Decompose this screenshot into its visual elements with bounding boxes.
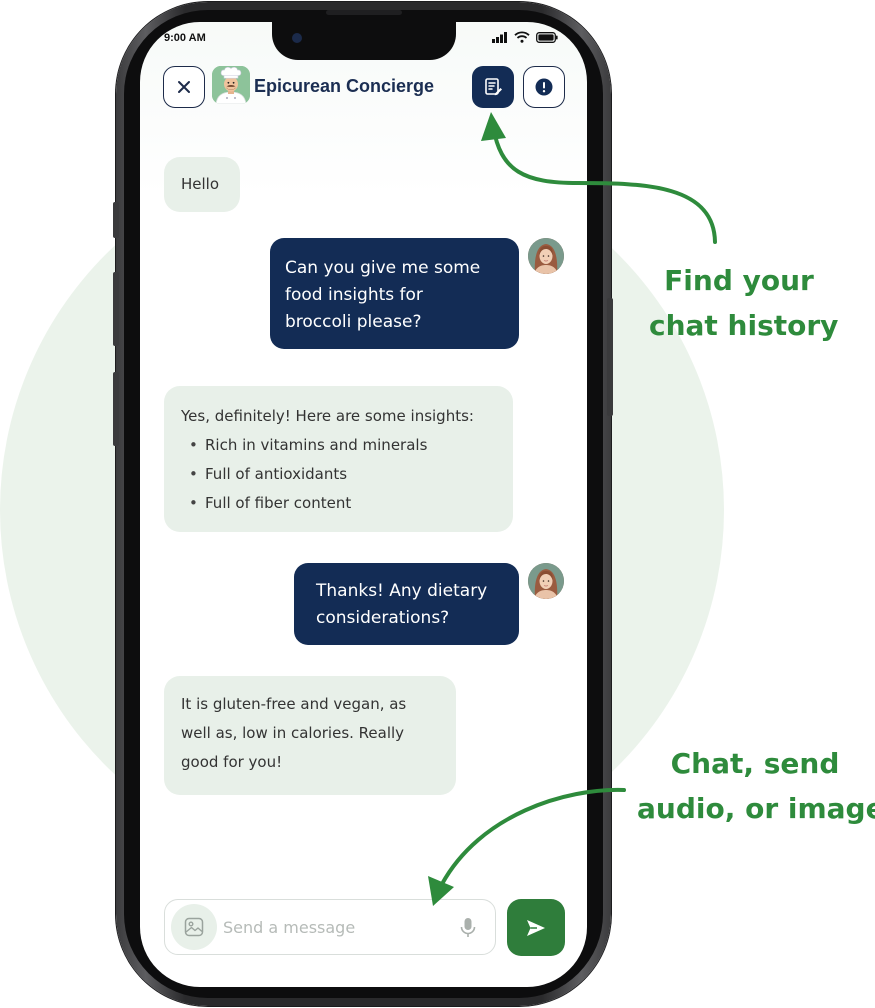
image-icon	[184, 917, 204, 937]
close-button[interactable]	[163, 66, 205, 108]
user-photo	[528, 563, 564, 599]
signal-icon	[492, 31, 507, 43]
chat-history-button[interactable]	[472, 66, 514, 108]
insights-list: Rich in vitamins and minerals Full of an…	[181, 431, 513, 518]
side-button-volume-up	[113, 272, 119, 346]
chat-history-icon	[485, 78, 502, 96]
user-message-line: considerations?	[316, 608, 450, 628]
record-audio-button[interactable]	[457, 916, 479, 940]
user-message: Thanks! Any dietary considerations?	[294, 563, 519, 645]
chef-avatar	[212, 66, 250, 104]
list-item: Rich in vitamins and minerals	[181, 431, 513, 460]
user-message-line: food insights for	[285, 285, 423, 305]
history-callout: Find your chat history	[649, 258, 839, 348]
app-title: Epicurean Concierge	[254, 76, 435, 96]
bot-message-line: good for you!	[181, 753, 283, 771]
list-item: Full of antioxidants	[181, 460, 513, 489]
bot-message: Yes, definitely! Here are some insights:…	[164, 386, 513, 532]
user-avatar	[528, 238, 564, 274]
list-item: Full of fiber content	[181, 489, 513, 518]
user-message-line: broccoli please?	[285, 312, 422, 332]
message-input[interactable]	[223, 914, 443, 940]
composer-callout-line: audio, or image	[637, 792, 875, 825]
side-button-power	[607, 298, 613, 416]
info-button[interactable]	[523, 66, 565, 108]
user-photo	[528, 238, 564, 274]
user-avatar	[528, 563, 564, 599]
composer-callout-line: Chat, send	[670, 747, 840, 780]
speaker-grille	[326, 10, 402, 15]
app-screen: 9:00 AM Epicurean Concierge Hello Can yo…	[140, 22, 587, 987]
attach-image-button[interactable]	[171, 904, 217, 950]
composer-callout: Chat, send audio, or image	[637, 741, 875, 831]
status-time: 9:00 AM	[164, 32, 206, 44]
battery-icon	[536, 31, 558, 43]
info-icon	[535, 78, 553, 96]
user-message-line: Thanks! Any dietary	[316, 581, 488, 601]
bot-message: It is gluten-free and vegan, as well as,…	[164, 676, 456, 795]
bot-message-intro: Yes, definitely! Here are some insights:	[181, 407, 474, 425]
side-button-silent	[113, 202, 119, 238]
history-callout-line: chat history	[649, 309, 839, 342]
chef-icon	[212, 66, 250, 104]
bot-message: Hello	[164, 157, 240, 212]
wifi-icon	[514, 31, 530, 43]
user-message-line: Can you give me some	[285, 258, 481, 278]
status-icons	[492, 31, 558, 43]
bot-message-text: Hello	[181, 175, 220, 193]
close-icon	[178, 81, 190, 93]
user-message: Can you give me some food insights for b…	[270, 238, 519, 349]
send-icon	[527, 919, 545, 936]
bot-message-line: well as, low in calories. Really	[181, 724, 405, 742]
history-callout-line: Find your	[664, 264, 814, 297]
message-composer	[164, 899, 496, 955]
bot-message-line: It is gluten-free and vegan, as	[181, 695, 407, 713]
side-button-volume-down	[113, 372, 119, 446]
microphone-icon	[460, 918, 476, 937]
front-camera	[292, 33, 302, 43]
send-button[interactable]	[507, 899, 565, 956]
